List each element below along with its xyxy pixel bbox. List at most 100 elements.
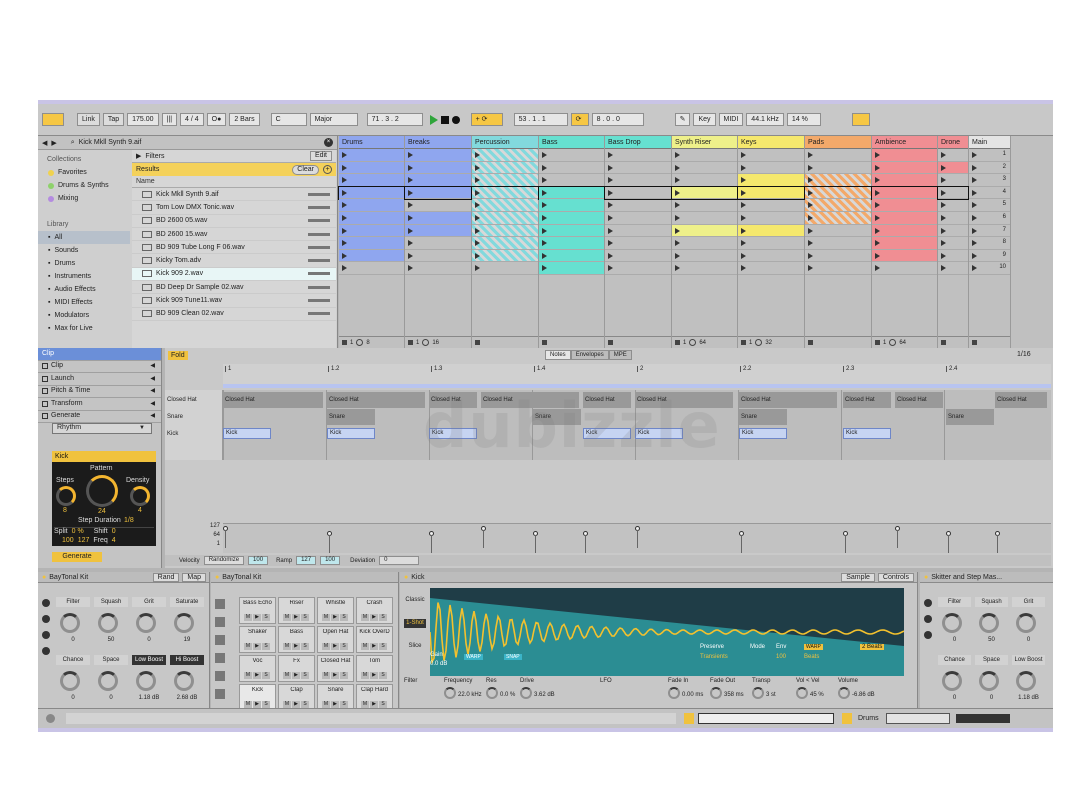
velocity-value[interactable]: 100 (62, 537, 74, 546)
clip-slot[interactable] (738, 224, 804, 238)
clip-launch-icon[interactable] (608, 189, 613, 196)
power-icon[interactable]: ● (924, 572, 928, 583)
clip-launch-icon[interactable] (741, 227, 746, 234)
clip-slot[interactable] (604, 185, 672, 201)
drum-pad[interactable]: Snare M ▶ S (317, 684, 354, 711)
map-button[interactable]: Map (182, 572, 206, 582)
closed-hat-note[interactable]: Closed Hat (843, 392, 891, 408)
clip-launch-icon[interactable] (808, 202, 813, 209)
clip-launch-icon[interactable] (608, 240, 613, 247)
clip-launch-icon[interactable] (941, 189, 946, 196)
overdub-button[interactable]: + ⟳ (470, 113, 503, 126)
stop-clip-icon[interactable] (475, 340, 480, 345)
link-button[interactable]: Link (77, 113, 100, 126)
scene-launch-icon[interactable] (972, 227, 977, 234)
clip-slot[interactable] (805, 199, 871, 212)
track-follow-button[interactable] (842, 713, 852, 724)
clip-slot[interactable] (339, 161, 404, 175)
clip-slot[interactable] (938, 237, 968, 250)
control-knob[interactable] (520, 687, 532, 699)
clip-slot[interactable] (339, 249, 404, 263)
clip-launch-icon[interactable] (608, 214, 613, 221)
clip-launch-icon[interactable] (808, 227, 813, 234)
library-item[interactable]: ▪ MIDI Effects (38, 296, 130, 309)
snare-note[interactable]: Snare (946, 409, 994, 425)
closed-hat-note[interactable]: Closed Hat (995, 392, 1047, 408)
clip-slot[interactable] (472, 237, 538, 250)
track-header[interactable]: Drone (938, 136, 968, 149)
lane-label[interactable]: Closed Hat (167, 392, 197, 408)
controls-tab[interactable]: Controls (877, 572, 914, 582)
sidebar-toggle-icon[interactable] (42, 647, 50, 655)
editor-tab-mpe[interactable]: MPE (608, 350, 632, 360)
clip-slot[interactable] (405, 237, 471, 250)
clip-slot[interactable] (539, 199, 604, 212)
filters-label[interactable]: Filters (145, 153, 164, 160)
clip-launch-icon[interactable] (741, 240, 746, 247)
control-knob[interactable] (796, 687, 808, 699)
clip-slot[interactable] (539, 211, 604, 225)
as-beats-value[interactable]: 2 Beats (860, 644, 885, 650)
clip-launch-icon[interactable] (741, 214, 746, 221)
clip-launch-icon[interactable] (342, 177, 347, 184)
clip-slot[interactable] (938, 212, 968, 225)
pad-msp-buttons[interactable]: M ▶ S (357, 672, 392, 679)
clip-slot[interactable] (339, 237, 404, 250)
clip-slot[interactable] (672, 162, 737, 175)
sidebar-toggle-icon[interactable] (42, 615, 50, 623)
section-toggle-icon[interactable] (42, 413, 48, 420)
clip-launch-icon[interactable] (408, 152, 413, 158)
clip-slot[interactable]: 3 (969, 174, 1010, 187)
clip-launch-icon[interactable] (941, 164, 946, 171)
track-header[interactable]: Main (969, 136, 1010, 149)
close-icon[interactable]: × (324, 138, 333, 147)
gain-value[interactable]: 0.0 dB (430, 661, 447, 667)
clip-slot[interactable] (338, 185, 405, 201)
clip-slot[interactable] (805, 149, 871, 162)
snare-note[interactable]: Snare (739, 409, 787, 425)
clip-launch-icon[interactable] (675, 227, 680, 234)
pad-msp-buttons[interactable]: M ▶ S (279, 643, 314, 650)
scene-launch-icon[interactable] (972, 177, 977, 184)
clip-launch-icon[interactable] (875, 189, 880, 196)
clip-slot[interactable] (672, 262, 737, 275)
beats-select[interactable]: Beats (804, 654, 819, 660)
clip-launch-icon[interactable] (941, 265, 946, 272)
power-icon[interactable]: ● (215, 572, 219, 583)
clip-slot[interactable]: 2 (969, 162, 1010, 175)
file-row[interactable]: BD 2600 15.wav (132, 228, 336, 242)
density-knob[interactable] (130, 486, 150, 506)
clip-launch-icon[interactable] (941, 227, 946, 234)
clip-launch-icon[interactable] (542, 265, 547, 272)
monitor-icon[interactable] (755, 339, 763, 346)
clip-launch-icon[interactable] (475, 265, 480, 272)
name-column-header[interactable]: Name (136, 178, 155, 185)
clip-launch-icon[interactable] (875, 164, 880, 171)
tap-button[interactable]: Tap (102, 113, 125, 126)
macro-knob[interactable] (1016, 613, 1036, 633)
control-knob[interactable] (444, 687, 456, 699)
file-row[interactable]: Kick 909 Tune11.wav (132, 294, 336, 308)
clip-slot[interactable]: 1 (969, 149, 1010, 162)
clip-launch-icon[interactable] (675, 265, 680, 272)
clip-slot[interactable] (605, 149, 671, 162)
clip-slot[interactable] (339, 211, 404, 225)
split-value[interactable]: 0 % (72, 528, 84, 536)
clip-slot[interactable] (872, 262, 937, 275)
pattern-knob[interactable] (86, 475, 118, 507)
scene-launch-icon[interactable] (972, 152, 977, 158)
clip-slot[interactable] (472, 161, 538, 175)
collapse-arrow-icon[interactable]: ◀ (150, 385, 155, 398)
drum-pad[interactable]: Shaker M ▶ S (239, 626, 276, 653)
file-row[interactable]: Kick 909 2.wav (132, 267, 336, 282)
loop-length-field[interactable]: 8 . 0 . 0 (591, 113, 644, 126)
clip-slot[interactable] (605, 237, 671, 250)
pad-msp-buttons[interactable]: M ▶ S (279, 614, 314, 621)
velocity-lane[interactable] (223, 523, 1051, 553)
clip-slot[interactable] (938, 262, 968, 275)
follow-button[interactable] (684, 713, 694, 724)
metronome-button[interactable]: O● (206, 113, 227, 126)
edit-button[interactable]: Edit (309, 151, 332, 161)
track-header[interactable]: Bass Drop (605, 136, 671, 149)
clip-slot[interactable] (605, 174, 671, 187)
